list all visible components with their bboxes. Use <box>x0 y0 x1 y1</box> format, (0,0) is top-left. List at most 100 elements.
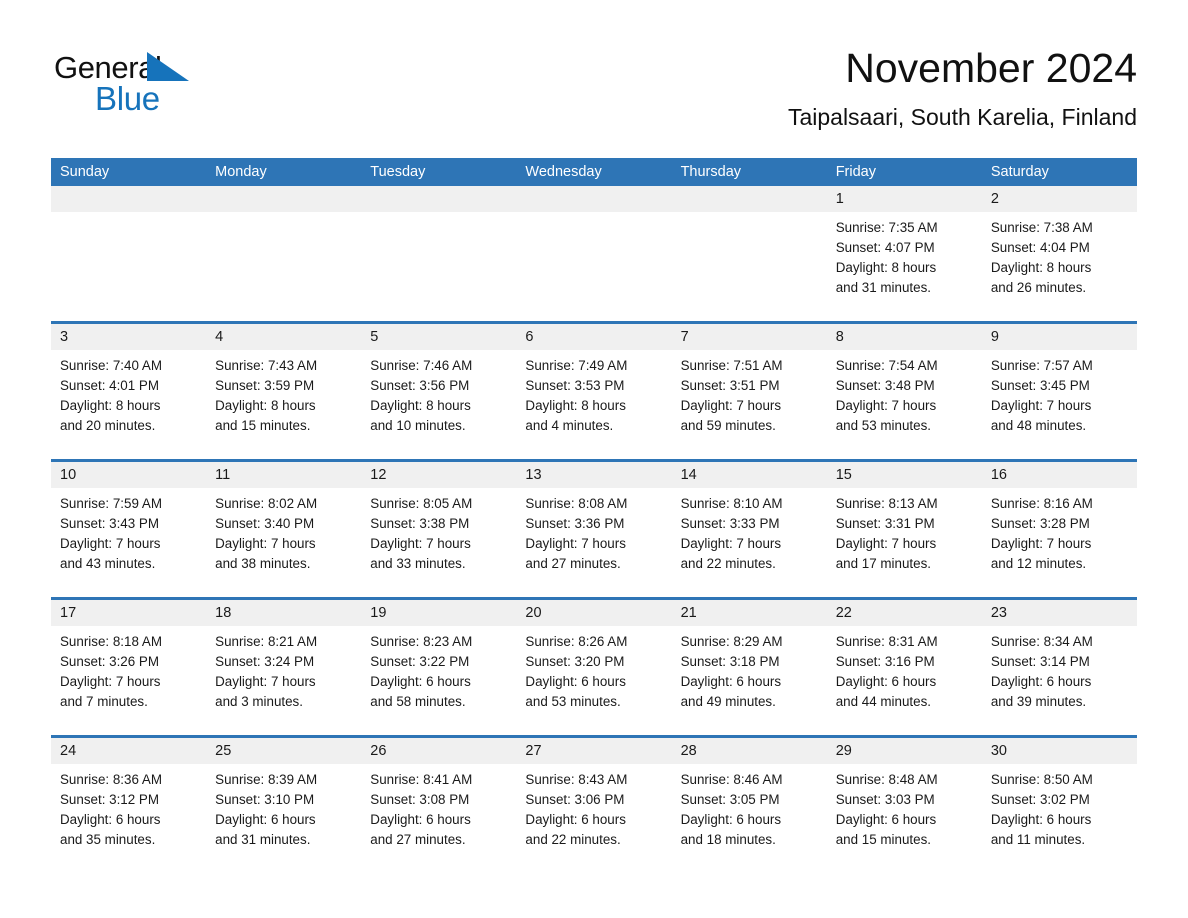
daylight-text: Daylight: 7 hours <box>680 536 782 552</box>
sunrise-text: Sunrise: 8:21 AM <box>215 634 318 649</box>
sunset-text: Sunset: 4:07 PM <box>835 240 935 256</box>
daylight-text-cont: and 17 minutes. <box>835 556 931 572</box>
daylight-text-cont: and 22 minutes. <box>680 556 776 572</box>
calendar-page: General Blue November 2024 Taipalsaari, … <box>0 0 1188 918</box>
day-number[interactable]: 11 <box>206 462 361 488</box>
week-detail-row: Sunrise: 7:40 AM Sunset: 4:01 PM Dayligh… <box>51 350 1137 459</box>
day-number[interactable] <box>516 186 671 212</box>
day-number[interactable]: 8 <box>827 324 982 350</box>
sunset-text: Sunset: 3:16 PM <box>835 654 935 670</box>
day-number[interactable]: 28 <box>672 738 827 764</box>
daylight-text: Daylight: 6 hours <box>370 674 471 690</box>
day-number[interactable]: 21 <box>672 600 827 626</box>
sunset-text: Sunset: 3:43 PM <box>60 516 159 532</box>
sunrise-text: Sunrise: 7:57 AM <box>990 358 1093 373</box>
day-cell: Sunrise: 8:29 AM Sunset: 3:18 PM Dayligh… <box>672 632 827 735</box>
day-cell: Sunrise: 8:16 AM Sunset: 3:28 PM Dayligh… <box>982 494 1137 597</box>
daylight-text-cont: and 22 minutes. <box>525 832 621 848</box>
day-number[interactable]: 10 <box>51 462 206 488</box>
day-cell: Sunrise: 8:21 AM Sunset: 3:24 PM Dayligh… <box>206 632 361 735</box>
day-number[interactable]: 6 <box>516 324 671 350</box>
day-number[interactable]: 23 <box>982 600 1137 626</box>
daylight-text: Daylight: 6 hours <box>990 812 1092 828</box>
sunrise-text: Sunrise: 8:50 AM <box>990 772 1093 787</box>
daylight-text: Daylight: 7 hours <box>215 674 316 690</box>
day-number[interactable]: 26 <box>361 738 516 764</box>
general-blue-logo[interactable]: General Blue <box>54 44 204 120</box>
sunrise-text: Sunrise: 8:02 AM <box>215 496 318 511</box>
day-number[interactable]: 14 <box>672 462 827 488</box>
sunset-text: Sunset: 3:06 PM <box>525 792 625 808</box>
day-number[interactable]: 2 <box>982 186 1137 212</box>
week-date-strip: 1 2 <box>51 186 1137 212</box>
day-number[interactable]: 16 <box>982 462 1137 488</box>
week-row: 24 25 26 27 28 29 30 Sunrise: 8:36 AM Su… <box>51 735 1137 873</box>
sunset-text: Sunset: 3:02 PM <box>990 792 1090 808</box>
day-number[interactable] <box>361 186 516 212</box>
day-cell: Sunrise: 8:36 AM Sunset: 3:12 PM Dayligh… <box>51 770 206 873</box>
day-number[interactable]: 18 <box>206 600 361 626</box>
sunrise-text: Sunrise: 7:49 AM <box>525 358 628 373</box>
sunrise-text: Sunrise: 7:43 AM <box>215 358 318 373</box>
day-number[interactable] <box>672 186 827 212</box>
day-number[interactable]: 27 <box>516 738 671 764</box>
sunset-text: Sunset: 3:53 PM <box>525 378 625 394</box>
title-block: November 2024 Taipalsaari, South Karelia… <box>788 44 1137 131</box>
day-cell: Sunrise: 7:49 AM Sunset: 3:53 PM Dayligh… <box>516 356 671 459</box>
day-number[interactable]: 12 <box>361 462 516 488</box>
weekday-header-row: Sunday Monday Tuesday Wednesday Thursday… <box>51 158 1137 186</box>
week-detail-row: Sunrise: 8:18 AM Sunset: 3:26 PM Dayligh… <box>51 626 1137 735</box>
day-cell: Sunrise: 8:34 AM Sunset: 3:14 PM Dayligh… <box>982 632 1137 735</box>
day-number[interactable]: 5 <box>361 324 516 350</box>
day-number[interactable]: 1 <box>827 186 982 212</box>
daylight-text-cont: and 12 minutes. <box>990 556 1087 572</box>
day-number[interactable]: 15 <box>827 462 982 488</box>
day-number[interactable]: 17 <box>51 600 206 626</box>
sunrise-text: Sunrise: 7:51 AM <box>680 358 783 373</box>
daylight-text-cont: and 27 minutes. <box>370 832 466 848</box>
sunset-text: Sunset: 3:10 PM <box>215 792 315 808</box>
day-number[interactable]: 7 <box>672 324 827 350</box>
daylight-text-cont: and 59 minutes. <box>680 418 776 434</box>
sunrise-text: Sunrise: 8:18 AM <box>60 634 162 649</box>
day-number[interactable]: 4 <box>206 324 361 350</box>
daylight-text: Daylight: 8 hours <box>215 398 316 414</box>
day-number[interactable] <box>206 186 361 212</box>
daylight-text-cont: and 15 minutes. <box>215 418 311 434</box>
sunset-text: Sunset: 3:38 PM <box>370 516 470 532</box>
sunrise-text: Sunrise: 8:48 AM <box>835 772 938 787</box>
daylight-text-cont: and 39 minutes. <box>990 694 1087 710</box>
daylight-text: Daylight: 7 hours <box>215 536 316 552</box>
triangle-icon <box>147 52 189 81</box>
day-number[interactable]: 9 <box>982 324 1137 350</box>
daylight-text: Daylight: 8 hours <box>990 260 1092 276</box>
daylight-text: Daylight: 6 hours <box>60 812 161 828</box>
day-cell: Sunrise: 8:39 AM Sunset: 3:10 PM Dayligh… <box>206 770 361 873</box>
day-number[interactable]: 19 <box>361 600 516 626</box>
daylight-text: Daylight: 7 hours <box>680 398 782 414</box>
day-cell: Sunrise: 8:26 AM Sunset: 3:20 PM Dayligh… <box>516 632 671 735</box>
week-date-strip: 3 4 5 6 7 8 9 <box>51 324 1137 350</box>
day-number[interactable]: 29 <box>827 738 982 764</box>
sunset-text: Sunset: 3:03 PM <box>835 792 935 808</box>
daylight-text-cont: and 26 minutes. <box>990 280 1087 296</box>
day-number[interactable] <box>51 186 206 212</box>
day-number[interactable]: 30 <box>982 738 1137 764</box>
day-number[interactable]: 20 <box>516 600 671 626</box>
day-number[interactable]: 13 <box>516 462 671 488</box>
sunset-text: Sunset: 3:05 PM <box>680 792 780 808</box>
sunset-text: Sunset: 4:04 PM <box>990 240 1090 256</box>
day-number[interactable]: 22 <box>827 600 982 626</box>
day-number[interactable]: 25 <box>206 738 361 764</box>
sunrise-text: Sunrise: 7:54 AM <box>835 358 938 373</box>
day-cell: Sunrise: 8:48 AM Sunset: 3:03 PM Dayligh… <box>827 770 982 873</box>
daylight-text: Daylight: 6 hours <box>525 674 626 690</box>
day-number[interactable]: 24 <box>51 738 206 764</box>
week-date-strip: 24 25 26 27 28 29 30 <box>51 738 1137 764</box>
day-cell: Sunrise: 7:57 AM Sunset: 3:45 PM Dayligh… <box>982 356 1137 459</box>
sunrise-text: Sunrise: 8:26 AM <box>525 634 628 649</box>
day-cell: Sunrise: 8:43 AM Sunset: 3:06 PM Dayligh… <box>516 770 671 873</box>
day-cell: Sunrise: 8:08 AM Sunset: 3:36 PM Dayligh… <box>516 494 671 597</box>
day-number[interactable]: 3 <box>51 324 206 350</box>
week-row: 17 18 19 20 21 22 23 Sunrise: 8:18 AM Su… <box>51 597 1137 735</box>
